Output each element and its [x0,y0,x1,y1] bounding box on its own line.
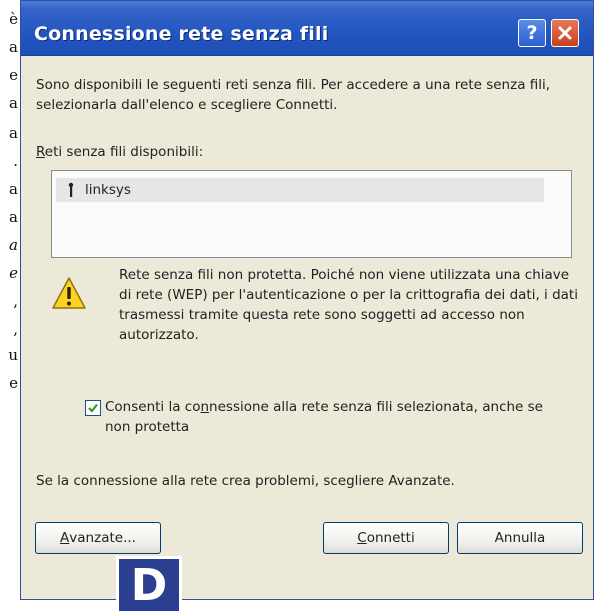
allow-unsecured-checkbox[interactable] [85,400,101,416]
list-item[interactable]: linksys [56,178,544,202]
network-list[interactable]: linksys [51,170,572,258]
help-button[interactable]: ? [518,19,546,47]
chapter-badge: D [116,556,182,614]
antenna-icon [68,182,74,197]
advanced-hint-text: Se la connessione alla rete crea problem… [36,473,455,489]
page-fragment-char: è [9,10,18,28]
page-fragment-char: . [13,152,18,170]
connect-rest: onnetti [366,530,415,546]
page-fragment-char: a [9,94,18,112]
advanced-button[interactable]: Avanzate... [35,522,161,554]
network-name: linksys [85,182,131,198]
page-fragment-char: a [9,208,18,226]
check-icon [88,403,98,413]
cancel-button[interactable]: Annulla [457,522,583,554]
advanced-accel: A [60,530,70,546]
close-button[interactable] [551,19,579,47]
page-text-fragment: è a e a a . a a a e , , u e [0,0,20,470]
help-icon: ? [526,22,538,44]
page-fragment-char: , [13,292,18,310]
allow-unsecured-row[interactable]: Consenti la connessione alla rete senza … [85,397,545,437]
allow-label-accel: n [200,399,210,415]
page-fragment-char: e [9,264,18,282]
page-fragment-char: a [9,236,18,254]
connect-accel: C [357,530,367,546]
warning-text: Rete senza fili non protetta. Poiché non… [119,267,578,343]
available-label-accel: R [36,144,45,160]
title-bar[interactable]: Connessione rete senza fili ? [21,1,593,56]
page-fragment-char: u [8,346,18,364]
connect-button[interactable]: Connetti [323,522,449,554]
close-icon [558,26,572,40]
wireless-connection-dialog: Connessione rete senza fili ? Sono dispo… [20,0,594,600]
available-networks-label: Reti senza fili disponibili: [36,142,203,162]
page-fragment-char: , [13,320,18,338]
page-fragment-char: e [9,66,18,84]
dialog-title: Connessione rete senza fili [34,23,329,45]
warning-icon [52,277,86,309]
chapter-badge-letter: D [130,559,168,611]
available-label-rest: eti senza fili disponibili: [44,144,204,160]
allow-label-pre: Consenti la co [105,399,201,415]
allow-unsecured-label: Consenti la connessione alla rete senza … [105,397,545,437]
intro-text: Sono disponibili le seguenti reti senza … [36,77,551,113]
page-fragment-char: a [9,124,18,142]
page-fragment-char: a [9,180,18,198]
advanced-rest: vanzate... [69,530,136,546]
page-fragment-char: a [9,38,18,56]
page-fragment-char: e [9,374,18,392]
